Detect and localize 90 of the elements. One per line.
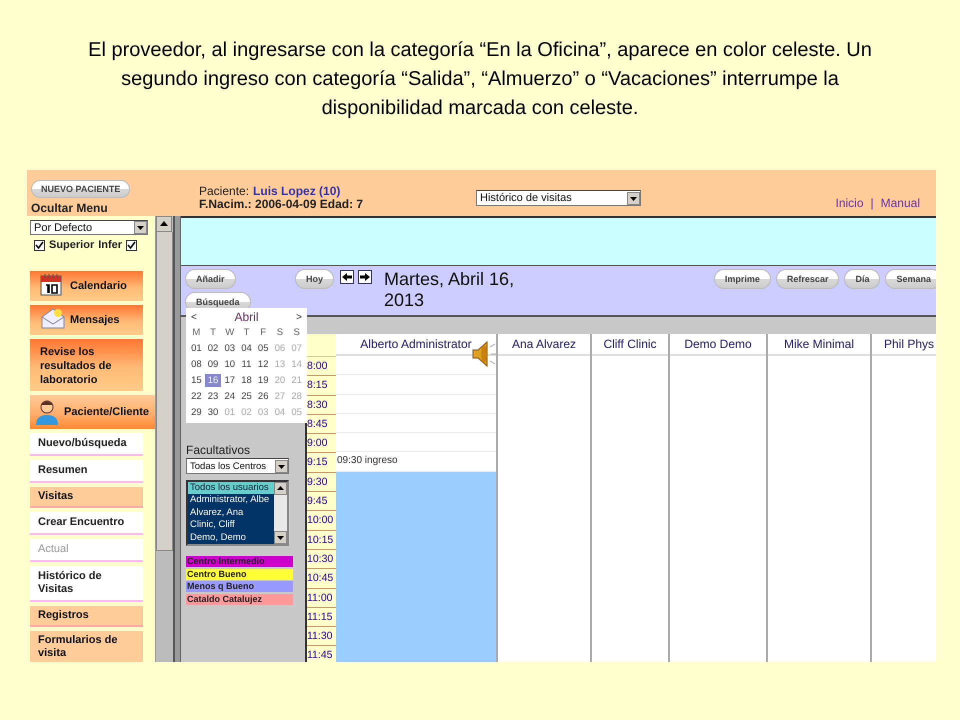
calendar-day[interactable]: 30 [204, 406, 222, 418]
legend-label: Centro Intermedio [186, 556, 293, 567]
link-separator: | [870, 196, 874, 210]
sidebar-item[interactable]: Crear Encuentro [30, 512, 143, 535]
weekday-label: W [224, 326, 236, 338]
add-button[interactable]: Añadir [185, 269, 236, 289]
sidebar-item[interactable]: Visitas [30, 487, 143, 508]
calendar-day[interactable]: 10 [221, 358, 238, 370]
list-option[interactable]: Todos los usuarios [188, 482, 274, 494]
toolbar-button[interactable]: Día [844, 269, 880, 289]
calendar-day[interactable]: 02 [204, 342, 222, 354]
view-select[interactable]: Histórico de visitas [476, 190, 641, 206]
toolbar-button[interactable]: Semana [885, 269, 936, 289]
calendar-day[interactable]: 22 [188, 390, 205, 402]
patient-name[interactable]: Luis Lopez (10) [253, 185, 340, 198]
weekday-label: T [242, 326, 250, 338]
scroll-up-icon[interactable] [274, 482, 287, 495]
checkbox-label: Superior [49, 239, 94, 251]
list-option[interactable]: Demo, Demo [188, 532, 274, 544]
previous-month-button[interactable]: < [191, 312, 197, 322]
weekday-label: M [191, 326, 202, 338]
legend-label: Cataldo Catalujez [186, 594, 293, 605]
providers-heading: Facultativos [186, 443, 252, 457]
calendar-day[interactable]: 01 [188, 342, 205, 354]
list-option[interactable]: Alvarez, Ana [188, 506, 274, 520]
list-option[interactable]: Clinic, Cliff [188, 519, 274, 532]
new-patient-button[interactable]: NUEVO PACIENTE [31, 180, 130, 198]
slide-caption: El proveedor, al ingresarse con la categoría “En la Oficina”, aparece en color celeste. Un segundo ingreso con categoría “Salida”, “Almuerzo” o “Vacaciones” interrumpe la disponibilidad marcada con celeste. [87, 38, 873, 121]
scroll-down-icon[interactable] [274, 531, 287, 544]
toolbar-button[interactable]: Refrescar [776, 269, 840, 289]
toolbar-button[interactable]: Imprime [714, 269, 771, 289]
sidebar-item[interactable]: Nuevo/búsqueda [30, 433, 143, 456]
calendar-day[interactable]: 15 [188, 374, 205, 386]
checkbox[interactable] [34, 240, 45, 250]
legend-label: Centro Bueno [186, 568, 293, 580]
weekday-label: F [259, 326, 268, 338]
column-header: Ana Alvarez [498, 334, 590, 356]
header-link[interactable]: Manual [880, 196, 920, 210]
calendar-day[interactable]: 08 [188, 358, 205, 370]
calendar-day[interactable]: 12 [254, 358, 272, 370]
calendar-day[interactable]: 11 [238, 358, 255, 370]
calendar-day[interactable]: 05 [254, 342, 272, 354]
hide-menu-link[interactable]: Ocultar Menu [31, 201, 108, 215]
checkbox-label: Infer [98, 239, 122, 251]
column-header: Mike Minimal [768, 334, 870, 356]
profile-select[interactable]: Por Defecto [30, 220, 148, 235]
sidebar-menu-item[interactable]: Mensajes [30, 305, 143, 335]
previous-day-icon[interactable] [340, 270, 354, 284]
list-option[interactable]: Administrator, Albe [188, 494, 274, 507]
sidebar-item[interactable]: Registros [30, 606, 143, 627]
center-select[interactable]: Todas los Centros [186, 458, 289, 474]
sidebar-item[interactable]: Histórico de Visitas [30, 566, 143, 602]
sidebar-item[interactable]: Formularios de visita [30, 631, 143, 662]
scroll-up-icon[interactable] [156, 216, 172, 232]
calendar-day[interactable]: 09 [204, 358, 222, 370]
scrollbar[interactable] [155, 216, 173, 662]
entry-label: 09:30 ingreso [337, 455, 398, 466]
calendar-day[interactable]: 29 [188, 406, 205, 418]
column-header: Phil Phys [872, 334, 936, 356]
person-icon [34, 399, 60, 425]
sidebar-item[interactable]: Resumen [30, 460, 143, 483]
date-heading: Martes, Abril 16, 2013 [384, 269, 516, 312]
calendar-day[interactable]: 26 [254, 390, 272, 402]
weekday-label: T [209, 326, 217, 338]
provider-list[interactable]: Todos los usuarios Administrator, Albe Alvarez, Ana Clinic, Cliff Demo, Demo [186, 480, 289, 546]
sidebar-menu-item[interactable]: Paciente/Cliente [30, 395, 155, 429]
checkbox[interactable] [126, 240, 138, 250]
sidebar-menu-item[interactable]: Calendario [30, 271, 143, 301]
column-header: Demo Demo [670, 334, 766, 356]
weekday-label: S [276, 326, 284, 338]
calendar-day[interactable]: 18 [238, 374, 255, 386]
calendar-day[interactable]: 17 [221, 374, 238, 386]
weekday-label: S [292, 326, 301, 338]
column-header: Cliff Clinic [592, 334, 668, 356]
month-label: Abril [234, 310, 258, 324]
patient-label: Paciente: [199, 185, 250, 198]
today-button[interactable]: Hoy [295, 269, 334, 289]
header-link[interactable]: Inicio [836, 196, 864, 210]
scrollbar-thumb[interactable] [156, 232, 173, 551]
calendar-day[interactable]: 25 [238, 390, 255, 402]
calendar-day[interactable]: 23 [204, 390, 222, 402]
birth-info: F.Nacim.: 2006-04-09 Edad: 7 [199, 198, 364, 211]
sidebar-item[interactable]: Revise los resultados de laboratorio [30, 339, 143, 391]
calendar-day[interactable]: 24 [221, 390, 238, 402]
calendar-day[interactable]: 03 [221, 342, 238, 354]
next-day-icon[interactable] [358, 270, 372, 284]
calendar-day[interactable]: 04 [238, 342, 255, 354]
calendar-day[interactable]: 19 [254, 374, 272, 386]
legend-label: Menos q Bueno [186, 581, 293, 592]
next-month-button[interactable]: > [296, 312, 302, 322]
